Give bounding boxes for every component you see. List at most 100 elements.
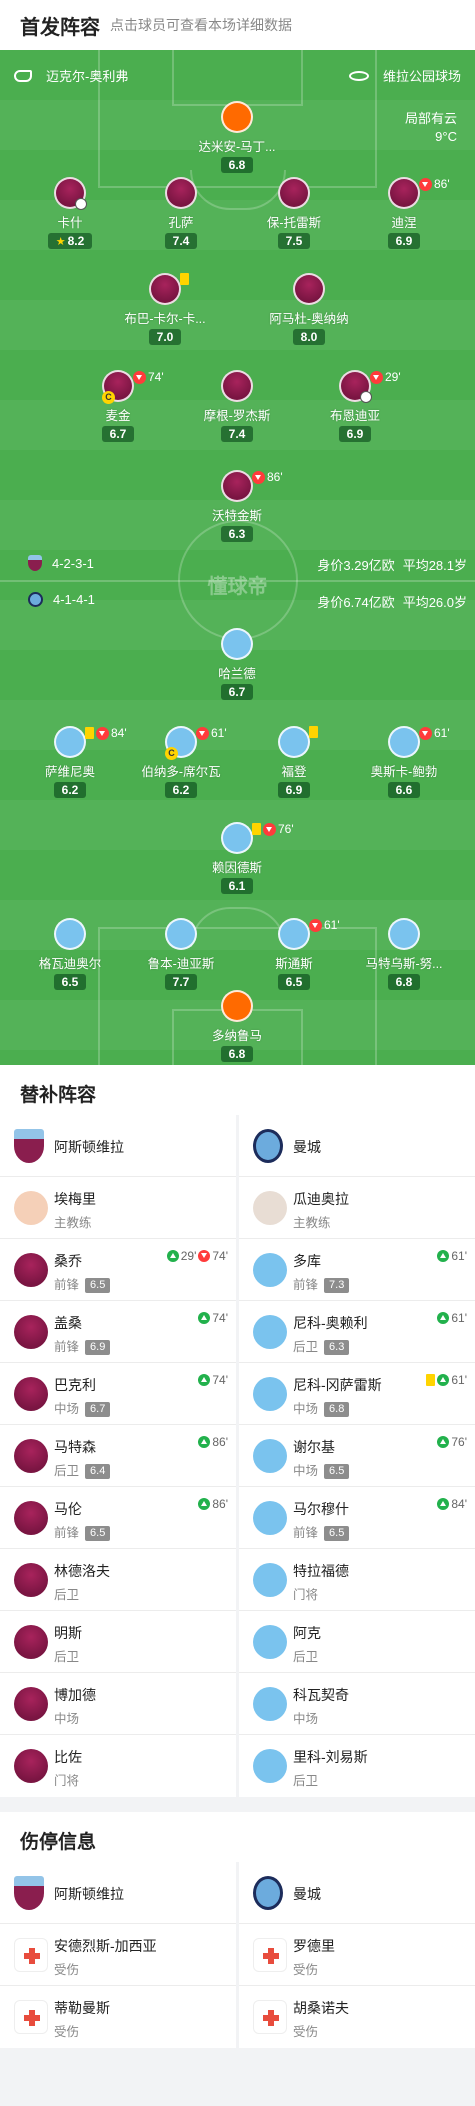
sub-out-minute: 74': [212, 1249, 228, 1263]
injury-status: 受伤: [293, 1963, 319, 1977]
home-subs-column: 阿斯顿维拉 埃梅里 主教练 桑乔 前锋 6.5 29' 74' 盖桑 前锋 6.9 7…: [0, 1115, 236, 1797]
sub-player-row[interactable]: 马伦 前锋 6.5 86': [0, 1487, 236, 1549]
player-rating: 7.7: [164, 974, 198, 990]
home-team-value: 身价3.29亿欧 平均28.1岁: [317, 555, 467, 574]
player-name: 多纳鲁马: [211, 1029, 262, 1043]
player-name: 里科-刘易斯: [293, 1749, 368, 1765]
player-avatar: [14, 1625, 48, 1659]
player-card[interactable]: 摩根-罗杰斯 7.4: [182, 370, 292, 443]
player-card[interactable]: 孔萨 7.4: [126, 177, 236, 250]
sub-player-row[interactable]: 比佐 门将: [0, 1735, 236, 1797]
sub-player-row[interactable]: 林德洛夫 后卫: [0, 1549, 236, 1611]
sub-player-row[interactable]: 阿克 后卫: [239, 1611, 475, 1673]
sub-player-row[interactable]: 多库 前锋 7.3 61': [239, 1239, 475, 1301]
player-card[interactable]: 76' 赖因德斯 6.1: [182, 822, 294, 895]
player-card[interactable]: 阿马杜-奥纳纳 8.0: [254, 273, 364, 346]
player-name: 赖因德斯: [211, 861, 262, 875]
player-card[interactable]: 格瓦迪奥尔 6.5: [15, 918, 125, 991]
sub-player-row[interactable]: 马特森 后卫 6.4 86': [0, 1425, 236, 1487]
sub-events: 86': [198, 1435, 228, 1449]
sub-in-minute: 86': [212, 1497, 228, 1511]
star-icon: ★: [55, 236, 66, 248]
goal-ball-icon: [75, 198, 87, 210]
sub-player-row[interactable]: 特拉福德 门将: [239, 1549, 475, 1611]
injury-row[interactable]: 胡桑诺夫 受伤: [239, 1986, 475, 2048]
temperature: 9°C: [435, 129, 457, 144]
player-rating: 8.0: [292, 329, 326, 345]
player-name: 奥斯卡-鲍勃: [370, 765, 438, 779]
player-rating: 6.4: [85, 1464, 111, 1479]
injury-row[interactable]: 蒂勒曼斯 受伤: [0, 1986, 236, 2048]
player-rating: 6.8: [324, 1402, 350, 1417]
player-card[interactable]: C 74' 麦金 6.7: [63, 370, 173, 443]
sub-player-row[interactable]: 马尔穆什 前锋 6.5 84': [239, 1487, 475, 1549]
player-rating: 6.8: [387, 974, 421, 990]
city-crest-icon: [253, 1129, 283, 1163]
pitch: 懂球帝 迈克尔-奥利弗 维拉公园球场 局部有云 9°C 4-2-3-1 身价3.…: [0, 50, 475, 1065]
injury-row[interactable]: 罗德里 受伤: [239, 1924, 475, 1986]
player-card[interactable]: 保-托雷斯 7.5: [239, 177, 349, 250]
player-name: 明斯: [54, 1625, 82, 1641]
player-card[interactable]: 达米安-马丁... 6.8: [182, 101, 292, 174]
player-card[interactable]: 福登 6.9: [239, 726, 349, 799]
player-card[interactable]: 61' 斯通斯 6.5: [239, 918, 349, 991]
player-card[interactable]: 29' 布恩迪亚 6.9: [300, 370, 410, 443]
sub-in-icon: [198, 1312, 211, 1324]
player-rating: 7.3: [324, 1278, 350, 1293]
sub-player-row[interactable]: 尼科-奥赖利 后卫 6.3 61': [239, 1301, 475, 1363]
player-rating: 6.3: [324, 1340, 350, 1355]
yellow-card-icon: [85, 727, 94, 739]
sub-player-row[interactable]: 博加德 中场: [0, 1673, 236, 1735]
player-position: 前锋: [54, 1526, 80, 1540]
player-card[interactable]: 61' 奥斯卡-鲍勃 6.6: [349, 726, 459, 799]
player-card[interactable]: 多纳鲁马 6.8: [182, 990, 292, 1063]
injury-row[interactable]: 安德烈斯-加西亚 受伤: [0, 1924, 236, 1986]
player-avatar: [253, 1377, 287, 1411]
player-name: 达米安-马丁...: [198, 140, 276, 154]
player-card[interactable]: 86' 沃特金斯 6.3: [182, 470, 292, 543]
player-card[interactable]: 86' 迪涅 6.9: [349, 177, 459, 250]
player-card[interactable]: 马特乌斯-努... 6.8: [349, 918, 459, 991]
player-rating: 6.9: [387, 233, 421, 249]
goal-ball-icon: [360, 391, 372, 403]
sub-in-minute: 84': [451, 1497, 467, 1511]
player-card[interactable]: 卡什 ★ 8.2: [15, 177, 125, 250]
sub-in-minute: 61': [451, 1249, 467, 1263]
away-avg-age: 平均26.0岁: [402, 595, 467, 610]
player-card[interactable]: 布巴-卡尔-卡... 7.0: [110, 273, 220, 346]
player-name: 麦金: [105, 409, 131, 423]
medical-cross-icon: [262, 1947, 280, 1965]
sub-player-row[interactable]: 科瓦契奇 中场: [239, 1673, 475, 1735]
sub-in-icon: [198, 1498, 211, 1510]
injury-status: 受伤: [54, 2025, 80, 2039]
player-avatar: [54, 177, 87, 210]
player-card[interactable]: 哈兰德 6.7: [182, 628, 292, 701]
event-minute: 74': [148, 370, 164, 384]
player-rating: 7.5: [277, 233, 311, 249]
city-crest-icon: [253, 1876, 283, 1910]
sub-player-row[interactable]: 桑乔 前锋 6.5 29' 74': [0, 1239, 236, 1301]
medical-cross-icon: [262, 2009, 280, 2027]
coach-row[interactable]: 瓜迪奥拉 主教练: [239, 1177, 475, 1239]
player-card[interactable]: 鲁本-迪亚斯 7.7: [126, 918, 236, 991]
sub-player-row[interactable]: 尼科-冈萨雷斯 中场 6.8 61': [239, 1363, 475, 1425]
sub-player-row[interactable]: 里科-刘易斯 后卫: [239, 1735, 475, 1797]
sub-player-row[interactable]: 巴克利 中场 6.7 74': [0, 1363, 236, 1425]
player-avatar: [293, 273, 325, 305]
player-position: 中场: [54, 1712, 80, 1726]
event-minute: 76': [278, 822, 294, 836]
player-card[interactable]: C 61' 伯纳多-席尔瓦 6.2: [126, 726, 236, 799]
player-name: 桑乔: [54, 1253, 82, 1269]
player-rating: 7.0: [148, 329, 182, 345]
player-name: 保-托雷斯: [266, 216, 322, 230]
player-avatar: [14, 1687, 48, 1721]
player-card[interactable]: 84' 萨维尼奥 6.2: [15, 726, 127, 799]
sub-out-icon: [419, 726, 432, 740]
sub-player-row[interactable]: 盖桑 前锋 6.9 74': [0, 1301, 236, 1363]
sub-player-row[interactable]: 明斯 后卫: [0, 1611, 236, 1673]
coach-row[interactable]: 埃梅里 主教练: [0, 1177, 236, 1239]
player-avatar: [14, 1253, 48, 1287]
player-name: 沃特金斯: [211, 509, 262, 523]
sub-player-row[interactable]: 谢尔基 中场 6.5 76': [239, 1425, 475, 1487]
sub-in-icon: [437, 1498, 450, 1510]
